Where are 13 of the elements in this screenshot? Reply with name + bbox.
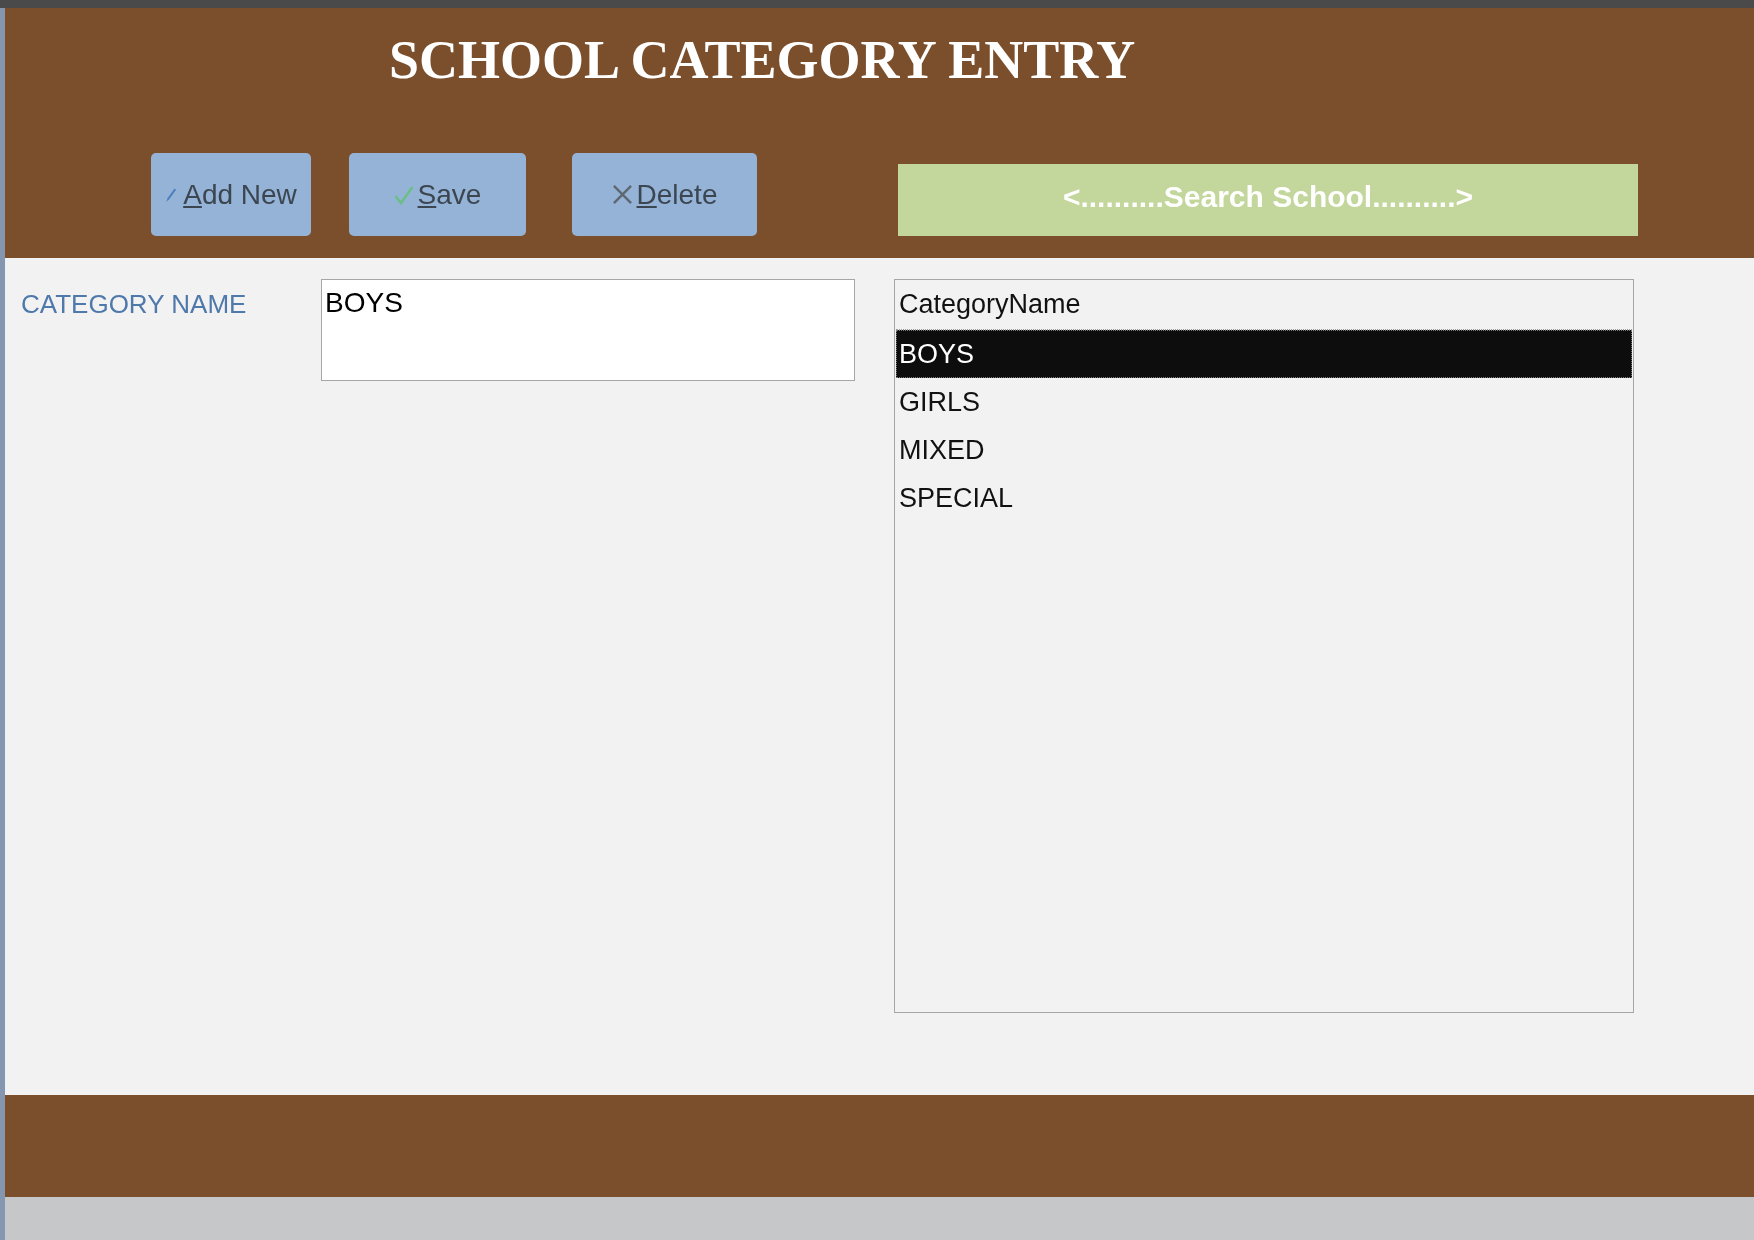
cross-icon xyxy=(611,184,633,205)
list-row[interactable]: GIRLS xyxy=(896,378,1632,426)
add-new-button[interactable]: Add New xyxy=(151,153,311,236)
check-icon xyxy=(393,184,414,205)
delete-button[interactable]: Delete xyxy=(572,153,757,236)
category-name-field[interactable]: BOYS xyxy=(321,279,855,381)
list-row[interactable]: MIXED xyxy=(896,426,1632,474)
list-row[interactable]: SPECIAL xyxy=(896,474,1632,522)
category-name-label: CATEGORY NAME xyxy=(21,289,247,319)
list-row[interactable]: BOYS xyxy=(896,330,1632,378)
save-button[interactable]: Save xyxy=(349,153,526,236)
pencil-icon xyxy=(165,186,178,203)
form-title: SCHOOL CATEGORY ENTRY xyxy=(389,29,1136,92)
